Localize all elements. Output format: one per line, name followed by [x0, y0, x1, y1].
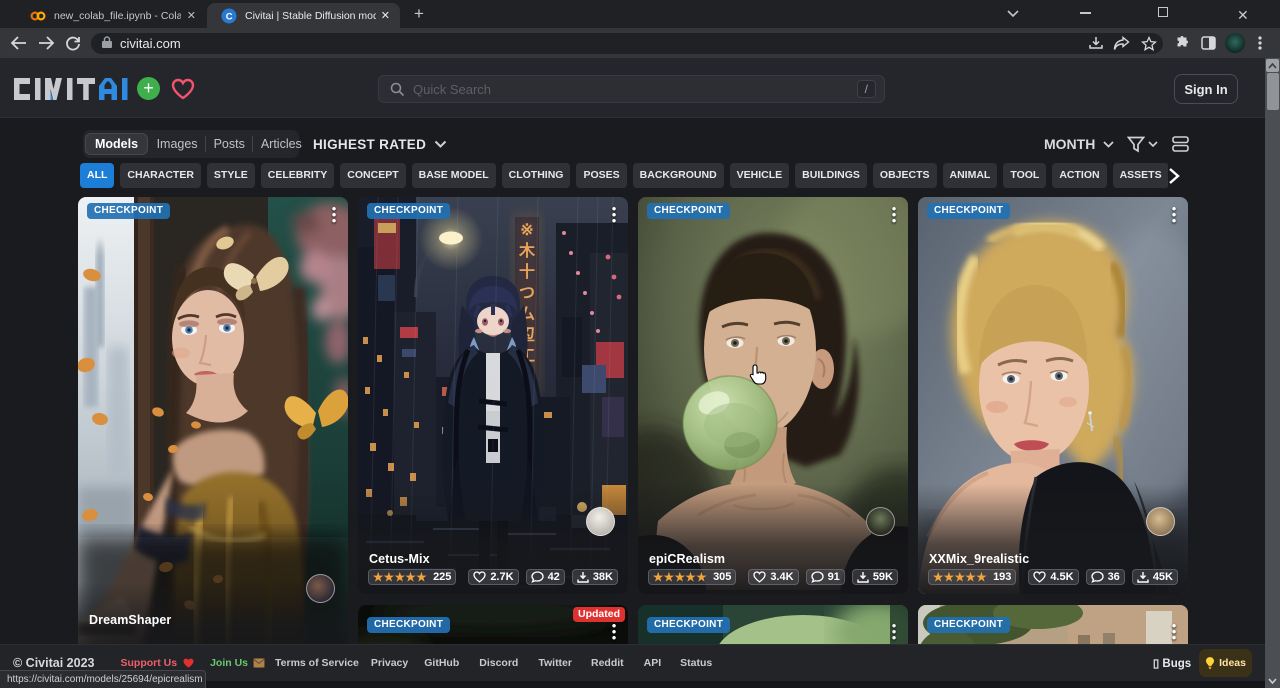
svg-text:※: ※: [520, 222, 533, 239]
svg-text:十: 十: [519, 262, 535, 281]
svg-text:つ: つ: [519, 285, 535, 302]
svg-text:木: 木: [518, 241, 536, 260]
svg-text:C: C: [226, 11, 233, 22]
